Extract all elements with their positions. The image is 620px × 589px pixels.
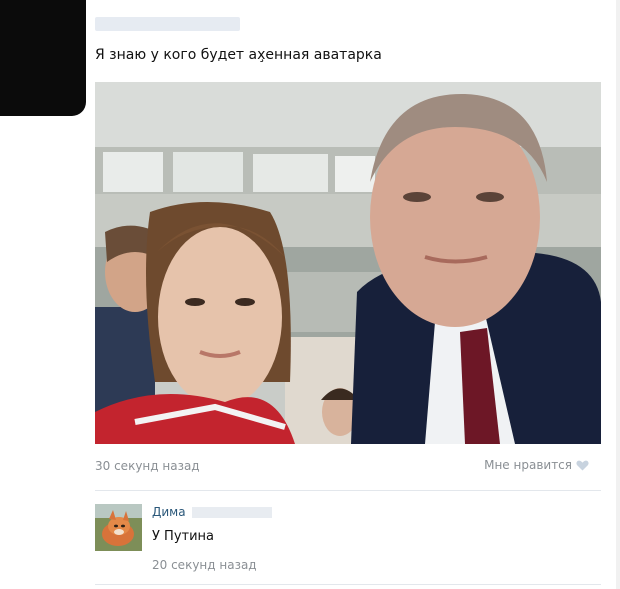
post-timestamp[interactable]: 30 секунд назад [95, 459, 200, 473]
comment-text: У Путина [152, 529, 215, 544]
post-author-name-redacted[interactable] [95, 17, 240, 31]
comment-author[interactable]: Дима [152, 505, 272, 519]
like-button[interactable]: Мне нравится [484, 458, 589, 472]
page-edge [616, 0, 620, 589]
like-label: Мне нравится [484, 458, 572, 472]
heart-icon [576, 460, 589, 471]
post-photo[interactable] [95, 82, 601, 444]
divider-bottom [95, 584, 601, 585]
comment-timestamp[interactable]: 20 секунд назад [152, 558, 257, 572]
comment-author-first-name[interactable]: Дима [152, 505, 186, 519]
comment-author-surname-redacted [191, 506, 272, 518]
redacted-avatar [0, 0, 86, 116]
divider [95, 490, 601, 491]
comment-avatar[interactable] [95, 504, 142, 551]
post-text: Я знаю у кого будет ах̧енная аватарка [95, 47, 382, 63]
